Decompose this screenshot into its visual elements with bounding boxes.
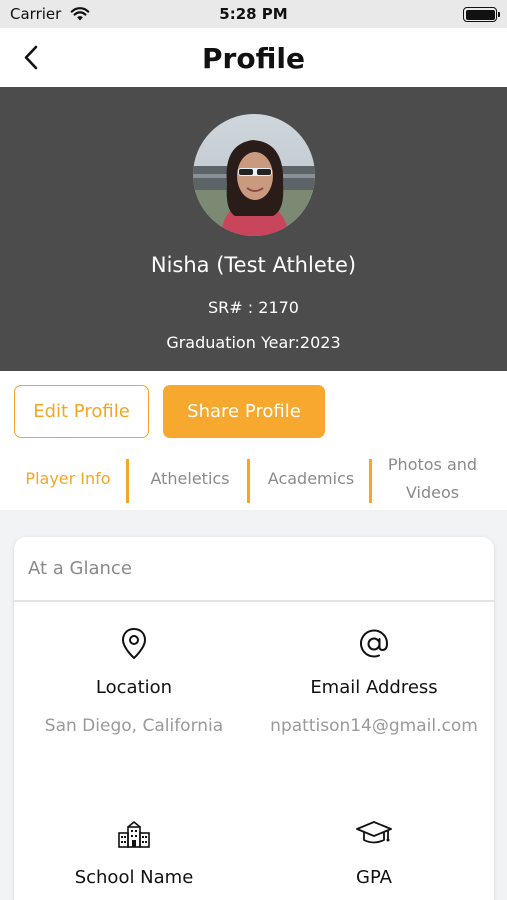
tab-divider [126, 459, 129, 503]
location-value: San Diego, California [44, 716, 224, 736]
gpa-label: GPA [356, 867, 392, 888]
tab-academics[interactable]: Academics [252, 455, 370, 503]
nav-bar: Profile [0, 28, 507, 87]
school-building-icon [118, 820, 150, 848]
status-bar: Carrier 5:28 PM [0, 0, 507, 28]
email-cell: Email Address npattison14@gmail.com [254, 625, 494, 736]
gpa-cell: GPA [254, 815, 494, 888]
actions-area: Edit Profile Share Profile Player Info A… [0, 371, 507, 510]
at-sign-icon [360, 629, 389, 658]
location-label: Location [95, 677, 173, 698]
at-a-glance-title: At a Glance [14, 537, 494, 602]
edit-profile-button[interactable]: Edit Profile [14, 385, 149, 438]
avatar-photo [193, 114, 315, 236]
tab-player-info[interactable]: Player Info [14, 455, 122, 503]
profile-name: Nisha (Test Athlete) [150, 253, 357, 277]
school-name-cell: School Name [14, 815, 254, 888]
location-pin-icon [122, 628, 146, 659]
avatar[interactable] [193, 114, 315, 236]
battery-icon [463, 7, 500, 22]
tab-divider [369, 459, 372, 503]
share-profile-button[interactable]: Share Profile [163, 385, 325, 438]
tab-photos-and-videos[interactable]: Photos and Videos [380, 455, 485, 503]
graduation-cap-icon [356, 821, 392, 844]
profile-sr-number: SR# : 2170 [208, 298, 299, 317]
status-time: 5:28 PM [219, 5, 288, 23]
email-label: Email Address [310, 677, 438, 698]
at-a-glance-card: At a Glance Location San Diego, Californ… [14, 537, 494, 900]
tab-atheletics[interactable]: Atheletics [132, 455, 248, 503]
location-cell: Location San Diego, California [14, 625, 254, 736]
profile-graduation-year: Graduation Year:2023 [166, 333, 341, 352]
tab-divider [247, 459, 250, 503]
email-value[interactable]: npattison14@gmail.com [254, 716, 494, 736]
page-title: Profile [202, 42, 305, 75]
school-name-label: School Name [74, 867, 194, 888]
profile-header: Nisha (Test Athlete) SR# : 2170 Graduati… [0, 87, 507, 371]
